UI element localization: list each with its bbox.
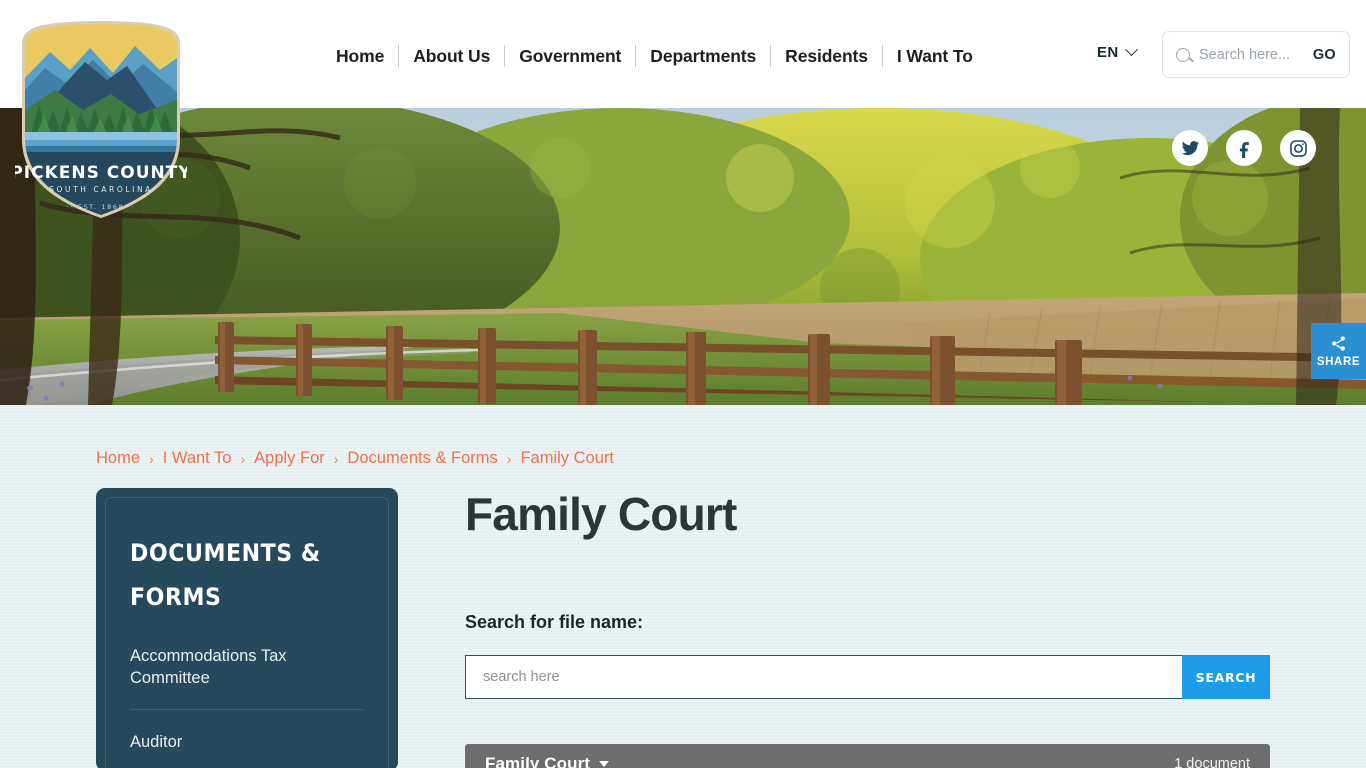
nav-item-residents[interactable]: Residents [771, 42, 882, 70]
language-selected-label: EN [1097, 44, 1119, 61]
logo-state-name: SOUTH CAROLINA [49, 185, 153, 194]
breadcrumb-item-apply-for[interactable]: Apply For [254, 449, 325, 468]
search-input[interactable] [1199, 46, 1304, 63]
breadcrumb-item-i-want-to[interactable]: I Want To [163, 449, 232, 468]
pickens-county-shield: PICKENS COUNTY SOUTH CAROLINA ·· EST. 18… [10, 21, 191, 218]
breadcrumb-item-family-court: Family Court [520, 449, 614, 467]
documents-panel-title: Family Court [485, 754, 591, 768]
file-search-form: SEARCH [465, 655, 1270, 699]
page-content: Home › I Want To › Apply For › Documents… [0, 405, 1366, 768]
hero-banner [0, 108, 1366, 405]
breadcrumb-separator: › [506, 450, 512, 467]
file-search-label: Search for file name: [465, 612, 644, 632]
documents-panel-title-group: Family Court [485, 754, 610, 768]
sidebar-item-accommodations-tax-committee[interactable]: Accommodations Tax Committee [130, 619, 364, 709]
main-navigation: Home About Us Government Departments Res… [336, 41, 987, 71]
share-button[interactable]: SHARE [1311, 323, 1366, 379]
county-logo[interactable]: PICKENS COUNTY SOUTH CAROLINA ·· EST. 18… [10, 18, 191, 221]
logo-established: ·· EST. 1868 ·· [67, 203, 136, 211]
nav-item-departments[interactable]: Departments [636, 42, 770, 70]
sidebar-title: Documents & Forms [130, 539, 321, 611]
search-go-button[interactable]: GO [1313, 47, 1336, 63]
nav-item-home[interactable]: Home [336, 42, 398, 70]
sidebar-item-auditor[interactable]: Auditor [130, 709, 364, 768]
facebook-icon[interactable] [1226, 130, 1262, 166]
nav-item-government[interactable]: Government [505, 42, 635, 70]
chevron-down-icon [1124, 43, 1138, 57]
share-icon [1332, 335, 1345, 351]
breadcrumb-separator: › [333, 450, 339, 467]
sidebar: Documents & Forms Accommodations Tax Com… [96, 488, 398, 768]
breadcrumb-separator: › [149, 450, 154, 467]
breadcrumb-separator: › [240, 450, 246, 467]
hero-image [0, 108, 1366, 405]
instagram-icon[interactable] [1280, 130, 1316, 166]
caret-down-icon[interactable] [599, 761, 610, 767]
site-header: Home About Us Government Departments Res… [0, 0, 1366, 108]
documents-panel-header[interactable]: Family Court 1 document [465, 744, 1270, 768]
breadcrumb: Home › I Want To › Apply For › Documents… [96, 449, 614, 468]
language-selector[interactable]: EN [1097, 43, 1138, 61]
main-column: Family Court Search for file name: SEARC… [465, 488, 1270, 768]
header-search[interactable]: GO [1162, 31, 1350, 78]
twitter-icon[interactable] [1172, 130, 1208, 166]
breadcrumb-item-documents-forms[interactable]: Documents & Forms [347, 449, 497, 468]
documents-count: 1 document [1174, 756, 1250, 768]
search-icon [1176, 47, 1190, 62]
social-links [1172, 130, 1316, 166]
nav-item-i-want-to[interactable]: I Want To [883, 42, 987, 70]
file-search-button[interactable]: SEARCH [1182, 655, 1270, 699]
breadcrumb-item-home[interactable]: Home [96, 449, 140, 468]
page-title: Family Court [465, 488, 737, 540]
file-search-input[interactable] [465, 655, 1182, 699]
share-label: SHARE [1316, 355, 1361, 368]
logo-county-name: PICKENS COUNTY [15, 163, 187, 183]
nav-item-about-us[interactable]: About Us [399, 42, 504, 70]
sidebar-panel: Documents & Forms Accommodations Tax Com… [105, 497, 389, 768]
